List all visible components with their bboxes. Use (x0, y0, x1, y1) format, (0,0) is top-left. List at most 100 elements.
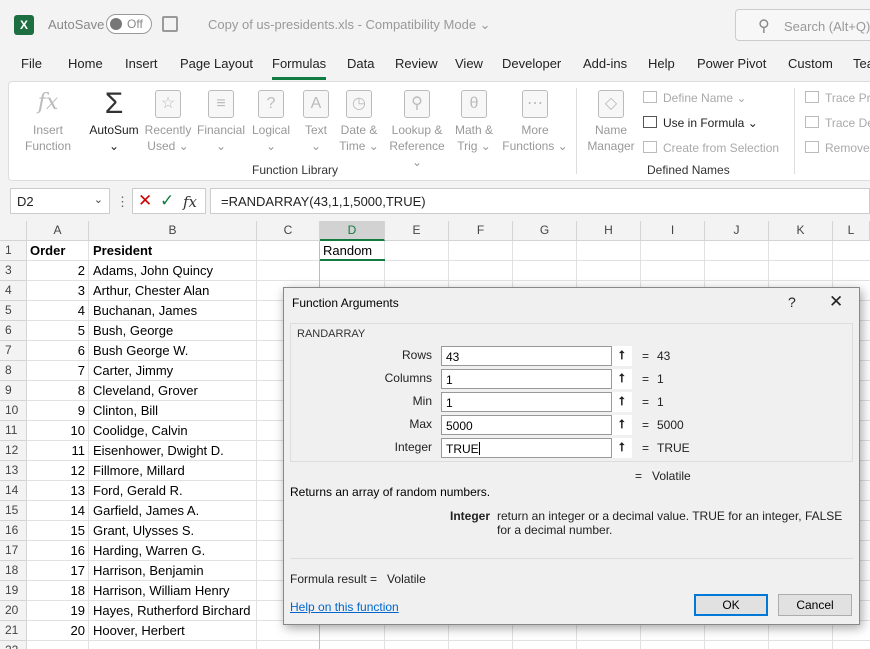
cell-order-header[interactable]: Order (30, 241, 86, 261)
row-header[interactable]: 10 (0, 401, 27, 421)
cell-order[interactable]: 19 (30, 601, 85, 621)
cell-president-header[interactable]: President (93, 241, 253, 261)
cancel-button[interactable]: Cancel (778, 594, 852, 616)
cell-president[interactable]: Buchanan, James (93, 301, 293, 321)
cell-order[interactable]: 20 (30, 621, 85, 641)
cell-president[interactable]: Harrison, William Henry (93, 581, 293, 601)
column-header-h[interactable]: H (577, 221, 641, 241)
tab-insert[interactable]: Insert (125, 56, 158, 71)
column-header-i[interactable]: I (641, 221, 705, 241)
cell-order[interactable]: 4 (30, 301, 85, 321)
collapse-dialog-icon[interactable]: ⭡ (611, 346, 632, 366)
column-header-k[interactable]: K (769, 221, 833, 241)
more-functions-button[interactable]: ⋯ More Functions ⌄ (499, 90, 571, 154)
arg-input-max[interactable]: 5000 (441, 415, 632, 435)
logical-button[interactable]: ? Logical ⌄ (249, 90, 293, 154)
collapse-dialog-icon[interactable]: ⭡ (611, 369, 632, 389)
arg-input-columns[interactable]: 1 (441, 369, 632, 389)
column-header-d[interactable]: D (320, 221, 385, 241)
search-input[interactable]: ⚲ Search (Alt+Q) (735, 9, 870, 41)
cell-order[interactable]: 18 (30, 581, 85, 601)
text-button[interactable]: A Text ⌄ (299, 90, 333, 154)
autosum-button[interactable]: Σ AutoSum ⌄ (83, 89, 145, 154)
date-time-button[interactable]: ◷ Date & Time ⌄ (335, 90, 383, 154)
autosave-toggle[interactable]: Off (106, 14, 152, 34)
row-header[interactable]: 6 (0, 321, 27, 341)
financial-button[interactable]: ≡ Financial ⌄ (195, 90, 247, 154)
collapse-dialog-icon[interactable]: ⭡ (611, 415, 632, 435)
collapse-dialog-icon[interactable]: ⭡ (611, 392, 632, 412)
tab-view[interactable]: View (455, 56, 483, 71)
row-header[interactable]: 5 (0, 301, 27, 321)
cell-president[interactable]: Carter, Jimmy (93, 361, 293, 381)
define-name-button[interactable]: Define Name ⌄ (643, 91, 746, 105)
row-header[interactable]: 4 (0, 281, 27, 301)
row-header[interactable]: 3 (0, 261, 27, 281)
column-header-a[interactable]: A (27, 221, 89, 241)
row-header[interactable]: 11 (0, 421, 27, 441)
row-header[interactable]: 14 (0, 481, 27, 501)
cell-president[interactable]: Ford, Gerald R. (93, 481, 293, 501)
remove-arrows-button[interactable]: Remove (805, 141, 870, 155)
chevron-down-icon[interactable]: ⌄ (94, 193, 103, 206)
column-header-e[interactable]: E (385, 221, 449, 241)
trace-dependents-button[interactable]: Trace De (805, 116, 870, 130)
cell-order[interactable]: 12 (30, 461, 85, 481)
formula-input[interactable]: =RANDARRAY(43,1,1,5000,TRUE) (210, 188, 870, 214)
column-header-f[interactable]: F (449, 221, 513, 241)
column-header-b[interactable]: B (89, 221, 257, 241)
name-manager-button[interactable]: ◇ Name Manager (583, 90, 639, 154)
row-header[interactable]: 17 (0, 541, 27, 561)
cell-president[interactable]: Bush, George (93, 321, 293, 341)
ok-button[interactable]: OK (694, 594, 768, 616)
cell-president[interactable]: Fillmore, Millard (93, 461, 293, 481)
tab-custom[interactable]: Custom (788, 56, 833, 71)
math-trig-button[interactable]: θ Math & Trig ⌄ (451, 90, 497, 154)
tab-power-pivot[interactable]: Power Pivot (697, 56, 766, 71)
tab-data[interactable]: Data (347, 56, 374, 71)
help-icon[interactable]: ? (788, 294, 796, 310)
tab-formulas[interactable]: Formulas (272, 56, 327, 80)
column-header-g[interactable]: G (513, 221, 577, 241)
tab-review[interactable]: Review (395, 56, 438, 71)
cell-order[interactable]: 2 (30, 261, 85, 281)
row-header[interactable]: 16 (0, 521, 27, 541)
cell-order[interactable]: 9 (30, 401, 85, 421)
row-header[interactable]: 13 (0, 461, 27, 481)
cell-order[interactable]: 10 (30, 421, 85, 441)
cancel-entry-icon[interactable]: ✕ (138, 191, 152, 211)
name-box[interactable]: D2 ⌄ (10, 188, 110, 214)
cell-president[interactable]: Garfield, James A. (93, 501, 293, 521)
insert-function-icon[interactable]: fx (183, 193, 197, 211)
cell-order[interactable]: 17 (30, 561, 85, 581)
row-header[interactable]: 7 (0, 341, 27, 361)
tab-file[interactable]: File (21, 56, 42, 71)
tab-developer[interactable]: Developer (502, 56, 561, 71)
cell-president[interactable]: Hayes, Rutherford Birchard (93, 601, 293, 621)
row-header[interactable]: 15 (0, 501, 27, 521)
save-icon[interactable] (162, 16, 178, 32)
cell-order[interactable]: 6 (30, 341, 85, 361)
insert-function-button[interactable]: fx Insert Function (17, 90, 79, 154)
tab-page-layout[interactable]: Page Layout (180, 56, 253, 71)
arg-input-min[interactable]: 1 (441, 392, 632, 412)
close-icon[interactable]: ✕ (829, 292, 843, 312)
create-from-selection-button[interactable]: Create from Selection (643, 141, 779, 155)
column-header-j[interactable]: J (705, 221, 769, 241)
tab-add-ins[interactable]: Add-ins (583, 56, 627, 71)
cell-order[interactable]: 11 (30, 441, 86, 461)
cell-president[interactable]: Cleveland, Grover (93, 381, 293, 401)
row-header[interactable]: 1 (0, 241, 27, 261)
help-on-function-link[interactable]: Help on this function (290, 600, 399, 614)
row-header[interactable]: 18 (0, 561, 27, 581)
arg-input-integer[interactable]: TRUE (441, 438, 632, 458)
use-in-formula-button[interactable]: Use in Formula ⌄ (643, 116, 758, 130)
cell-president[interactable]: Grant, Ulysses S. (93, 521, 293, 541)
cell-order[interactable]: 13 (30, 481, 85, 501)
cell-president[interactable]: Adams, John Quincy (93, 261, 293, 281)
lookup-reference-button[interactable]: ⚲ Lookup & Reference ⌄ (385, 90, 449, 170)
row-header[interactable]: 19 (0, 581, 27, 601)
column-header-l[interactable]: L (833, 221, 870, 241)
tab-help[interactable]: Help (648, 56, 675, 71)
tab-home[interactable]: Home (68, 56, 103, 71)
